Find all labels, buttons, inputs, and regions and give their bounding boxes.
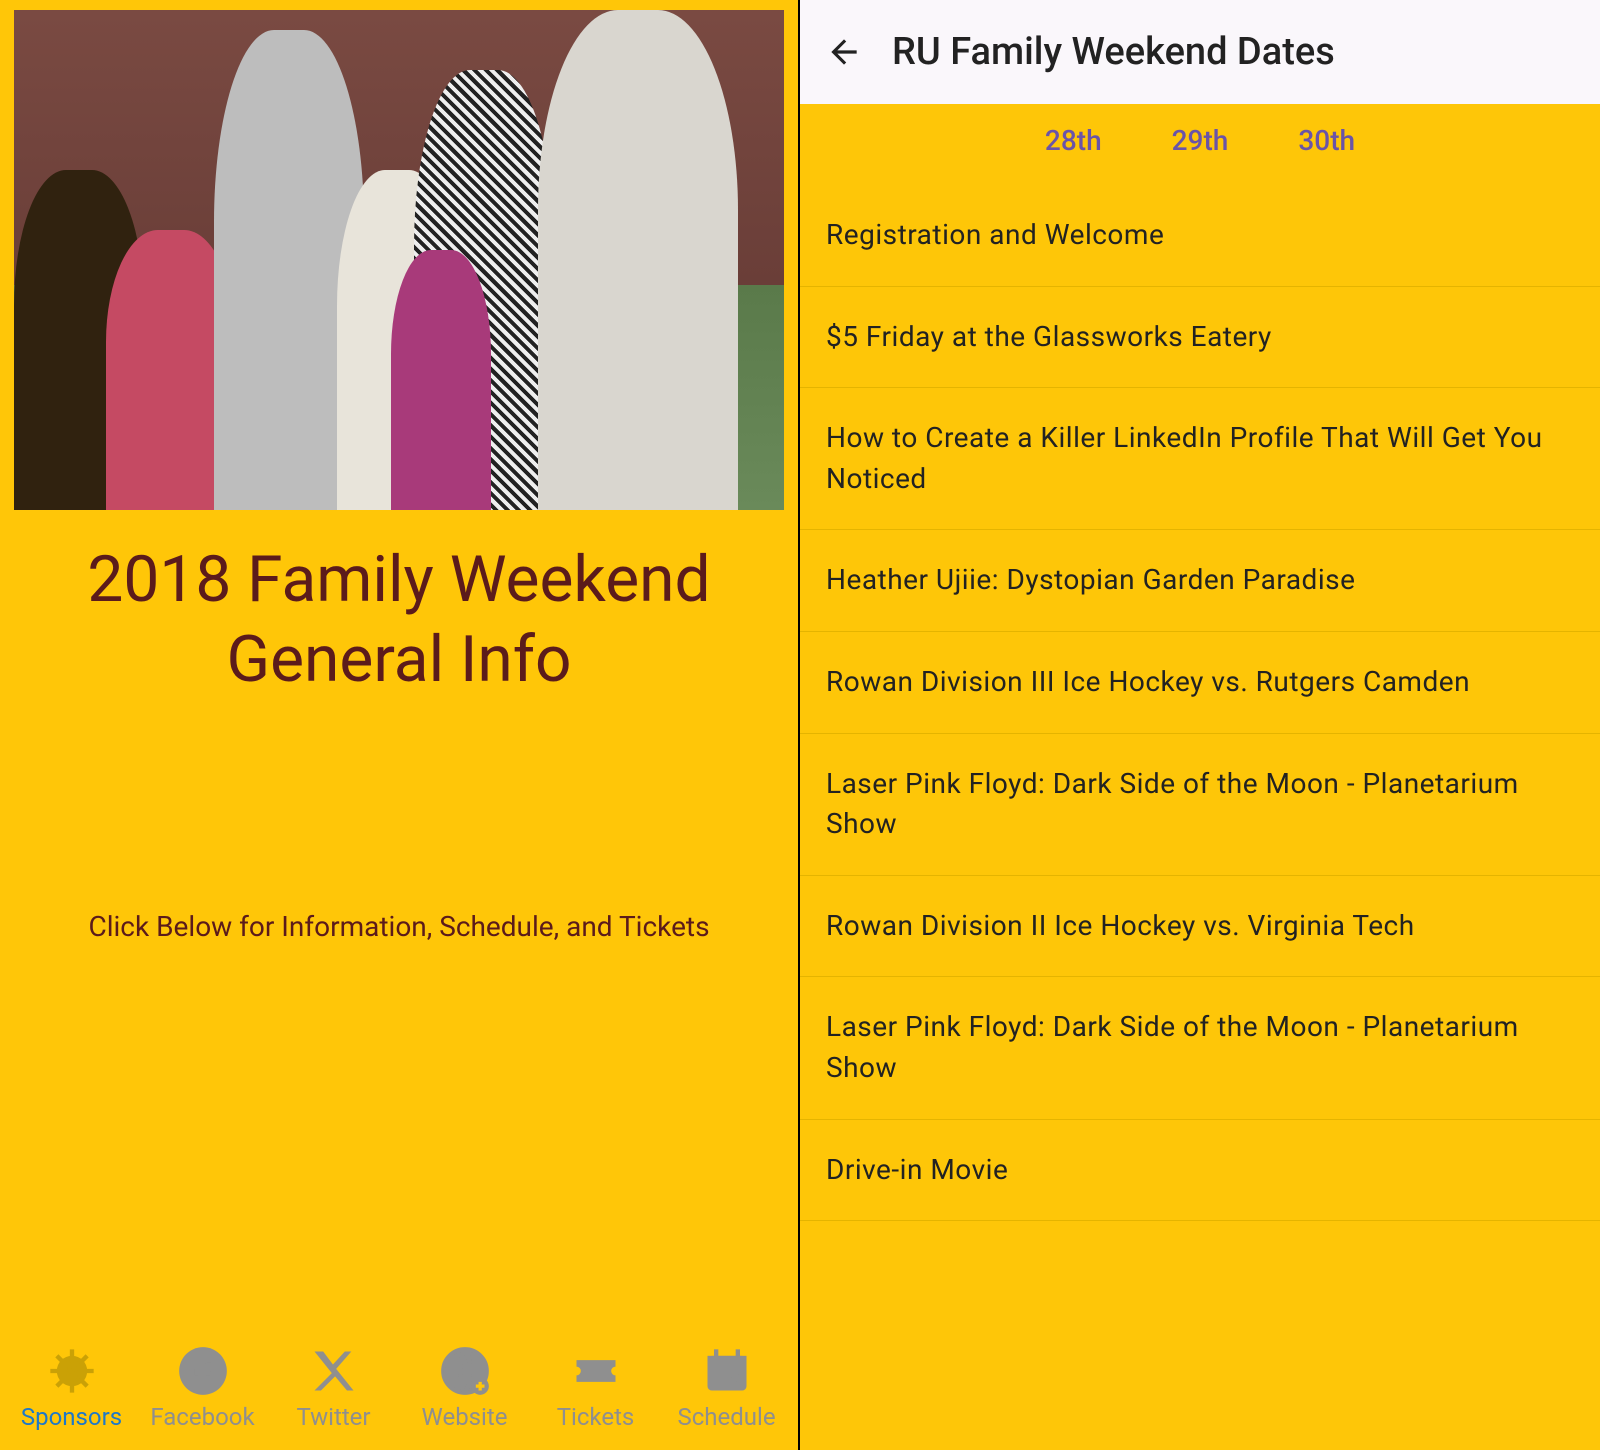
appbar-title: RU Family Weekend Dates <box>892 30 1335 74</box>
event-title: Registration and Welcome <box>826 218 1164 251</box>
event-item[interactable]: Drive-in Movie <box>800 1120 1600 1222</box>
event-item[interactable]: Rowan Division II Ice Hockey vs. Virgini… <box>800 876 1600 978</box>
nav-label: Facebook <box>150 1403 254 1431</box>
event-item[interactable]: Laser Pink Floyd: Dark Side of the Moon … <box>800 734 1600 876</box>
event-item[interactable]: Laser Pink Floyd: Dark Side of the Moon … <box>800 977 1600 1119</box>
nav-label: Twitter <box>296 1403 370 1431</box>
nav-tickets[interactable]: Tickets <box>536 1345 656 1431</box>
facebook-icon <box>177 1345 229 1397</box>
page-title: 2018 Family Weekend General Info <box>0 540 798 700</box>
event-item[interactable]: How to Create a Killer LinkedIn Profile … <box>800 388 1600 530</box>
nav-label: Schedule <box>677 1403 775 1431</box>
tab-29th[interactable]: 29th <box>1172 124 1229 157</box>
event-title: $5 Friday at the Glassworks Eatery <box>826 320 1272 353</box>
event-list: Registration and Welcome $5 Friday at th… <box>800 185 1600 1450</box>
calendar-icon <box>701 1345 753 1397</box>
back-button[interactable] <box>820 28 868 76</box>
twitter-x-icon <box>308 1345 360 1397</box>
nav-schedule[interactable]: Schedule <box>667 1345 787 1431</box>
event-title: How to Create a Killer LinkedIn Profile … <box>826 421 1543 495</box>
bottom-nav: $ Sponsors Facebook Twitter Website <box>0 1330 798 1450</box>
nav-website[interactable]: Website <box>405 1345 525 1431</box>
nav-facebook[interactable]: Facebook <box>143 1345 263 1431</box>
nav-label: Tickets <box>557 1403 635 1431</box>
hero-image <box>14 10 784 510</box>
event-item[interactable]: $5 Friday at the Glassworks Eatery <box>800 287 1600 389</box>
general-info-screen: 2018 Family Weekend General Info Click B… <box>0 0 800 1450</box>
nav-label: Website <box>422 1403 508 1431</box>
ticket-icon <box>570 1345 622 1397</box>
event-item[interactable]: Registration and Welcome <box>800 185 1600 287</box>
event-title: Laser Pink Floyd: Dark Side of the Moon … <box>826 1010 1519 1084</box>
back-arrow-icon <box>825 33 863 71</box>
event-title: Rowan Division II Ice Hockey vs. Virgini… <box>826 909 1415 942</box>
tab-30th[interactable]: 30th <box>1298 124 1355 157</box>
nav-twitter[interactable]: Twitter <box>274 1345 394 1431</box>
sponsors-icon: $ <box>46 1345 98 1397</box>
event-item[interactable]: Heather Ujiie: Dystopian Garden Paradise <box>800 530 1600 632</box>
appbar: RU Family Weekend Dates <box>800 0 1600 104</box>
tab-28th[interactable]: 28th <box>1045 124 1102 157</box>
event-title: Rowan Division III Ice Hockey vs. Rutger… <box>826 665 1470 698</box>
globe-icon <box>439 1345 491 1397</box>
event-item[interactable]: Rowan Division III Ice Hockey vs. Rutger… <box>800 632 1600 734</box>
date-tabs: 28th 29th 30th <box>800 104 1600 185</box>
nav-label: Sponsors <box>21 1403 122 1431</box>
nav-sponsors[interactable]: $ Sponsors <box>12 1345 132 1431</box>
event-title: Heather Ujiie: Dystopian Garden Paradise <box>826 563 1355 596</box>
svg-text:$: $ <box>66 1362 77 1385</box>
event-title: Drive-in Movie <box>826 1153 1008 1186</box>
dates-screen: RU Family Weekend Dates 28th 29th 30th R… <box>800 0 1600 1450</box>
instruction-text: Click Below for Information, Schedule, a… <box>0 910 798 943</box>
event-title: Laser Pink Floyd: Dark Side of the Moon … <box>826 767 1519 841</box>
